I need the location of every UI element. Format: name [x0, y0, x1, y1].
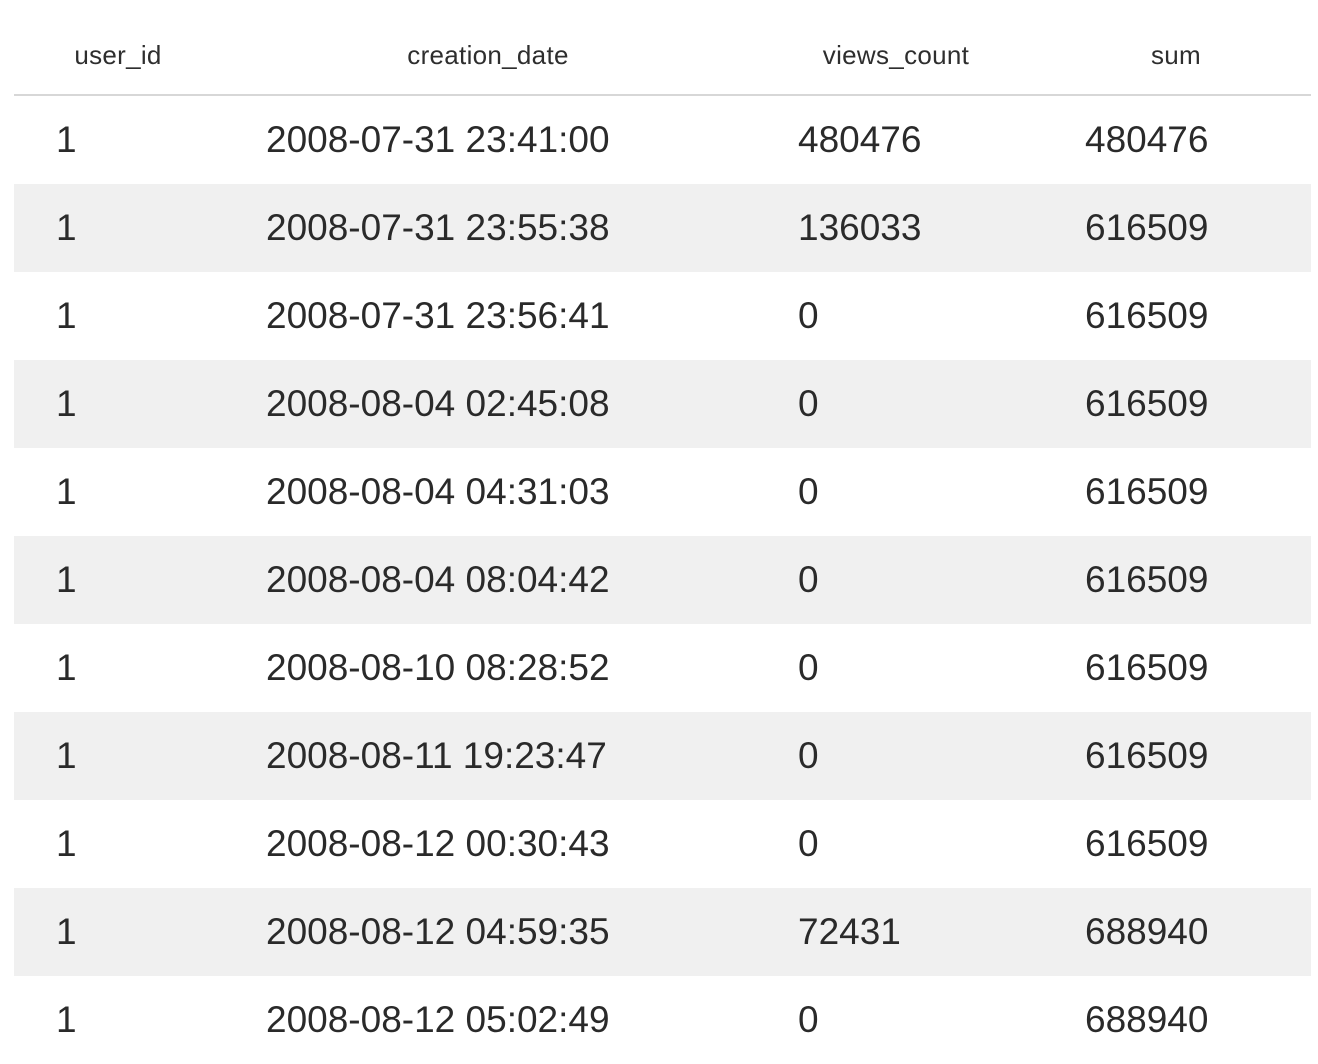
cell-user-id: 1: [56, 383, 77, 424]
cell-sum: 616509: [1085, 735, 1209, 776]
table-body: 1 2008-07-31 23:41:00 480476 480476 1 2008-07…: [14, 96, 1311, 1064]
table-row[interactable]: 1 2008-07-31 23:41:00 480476 480476: [14, 96, 1311, 184]
cell-user-id: 1: [56, 911, 77, 952]
cell-creation-date: 2008-07-31 23:41:00: [266, 119, 610, 160]
cell-creation-date: 2008-08-11 19:23:47: [266, 735, 607, 776]
cell-sum: 616509: [1085, 647, 1209, 688]
cell-views-count: 0: [798, 647, 819, 688]
cell-views-count: 0: [798, 823, 819, 864]
table-header: user_id creation_date views_count sum: [14, 0, 1311, 96]
results-table: user_id creation_date views_count sum 1 2…: [14, 0, 1311, 1064]
cell-creation-date: 2008-08-04 08:04:42: [266, 559, 610, 600]
table-row[interactable]: 1 2008-07-31 23:55:38 136033 616509: [14, 184, 1311, 272]
cell-views-count: 0: [798, 559, 819, 600]
cell-user-id: 1: [56, 295, 77, 336]
cell-user-id: 1: [56, 471, 77, 512]
cell-views-count: 0: [798, 735, 819, 776]
table-row[interactable]: 1 2008-08-04 08:04:42 0 616509: [14, 536, 1311, 624]
cell-sum: 616509: [1085, 207, 1209, 248]
cell-creation-date: 2008-07-31 23:55:38: [266, 207, 610, 248]
table-row[interactable]: 1 2008-08-12 05:02:49 0 688940: [14, 976, 1311, 1064]
cell-sum: 616509: [1085, 295, 1209, 336]
cell-sum: 688940: [1085, 999, 1209, 1040]
cell-creation-date: 2008-08-04 04:31:03: [266, 471, 610, 512]
table-row[interactable]: 1 2008-08-12 04:59:35 72431 688940: [14, 888, 1311, 976]
table-row[interactable]: 1 2008-08-04 02:45:08 0 616509: [14, 360, 1311, 448]
cell-sum: 480476: [1085, 119, 1209, 160]
cell-creation-date: 2008-08-12 05:02:49: [266, 999, 610, 1040]
cell-creation-date: 2008-08-12 04:59:35: [266, 911, 610, 952]
cell-creation-date: 2008-08-10 08:28:52: [266, 647, 610, 688]
column-header-views-count[interactable]: views_count: [790, 40, 1002, 71]
cell-sum: 616509: [1085, 383, 1209, 424]
cell-views-count: 0: [798, 471, 819, 512]
column-header-user-id[interactable]: user_id: [14, 40, 222, 71]
cell-views-count: 72431: [798, 911, 901, 952]
cell-views-count: 0: [798, 999, 819, 1040]
cell-views-count: 0: [798, 383, 819, 424]
cell-user-id: 1: [56, 735, 77, 776]
cell-user-id: 1: [56, 647, 77, 688]
table-row[interactable]: 1 2008-08-12 00:30:43 0 616509: [14, 800, 1311, 888]
column-header-sum[interactable]: sum: [1084, 40, 1268, 71]
table-row[interactable]: 1 2008-08-04 04:31:03 0 616509: [14, 448, 1311, 536]
cell-sum: 688940: [1085, 911, 1209, 952]
cell-sum: 616509: [1085, 471, 1209, 512]
cell-sum: 616509: [1085, 823, 1209, 864]
cell-views-count: 0: [798, 295, 819, 336]
cell-creation-date: 2008-07-31 23:56:41: [266, 295, 610, 336]
cell-user-id: 1: [56, 999, 77, 1040]
cell-views-count: 136033: [798, 207, 922, 248]
table-row[interactable]: 1 2008-08-10 08:28:52 0 616509: [14, 624, 1311, 712]
cell-user-id: 1: [56, 207, 77, 248]
cell-creation-date: 2008-08-12 00:30:43: [266, 823, 610, 864]
cell-user-id: 1: [56, 823, 77, 864]
cell-user-id: 1: [56, 119, 77, 160]
cell-user-id: 1: [56, 559, 77, 600]
cell-sum: 616509: [1085, 559, 1209, 600]
cell-views-count: 480476: [798, 119, 922, 160]
table-row[interactable]: 1 2008-08-11 19:23:47 0 616509: [14, 712, 1311, 800]
cell-creation-date: 2008-08-04 02:45:08: [266, 383, 610, 424]
table-row[interactable]: 1 2008-07-31 23:56:41 0 616509: [14, 272, 1311, 360]
column-header-creation-date[interactable]: creation_date: [280, 40, 696, 71]
